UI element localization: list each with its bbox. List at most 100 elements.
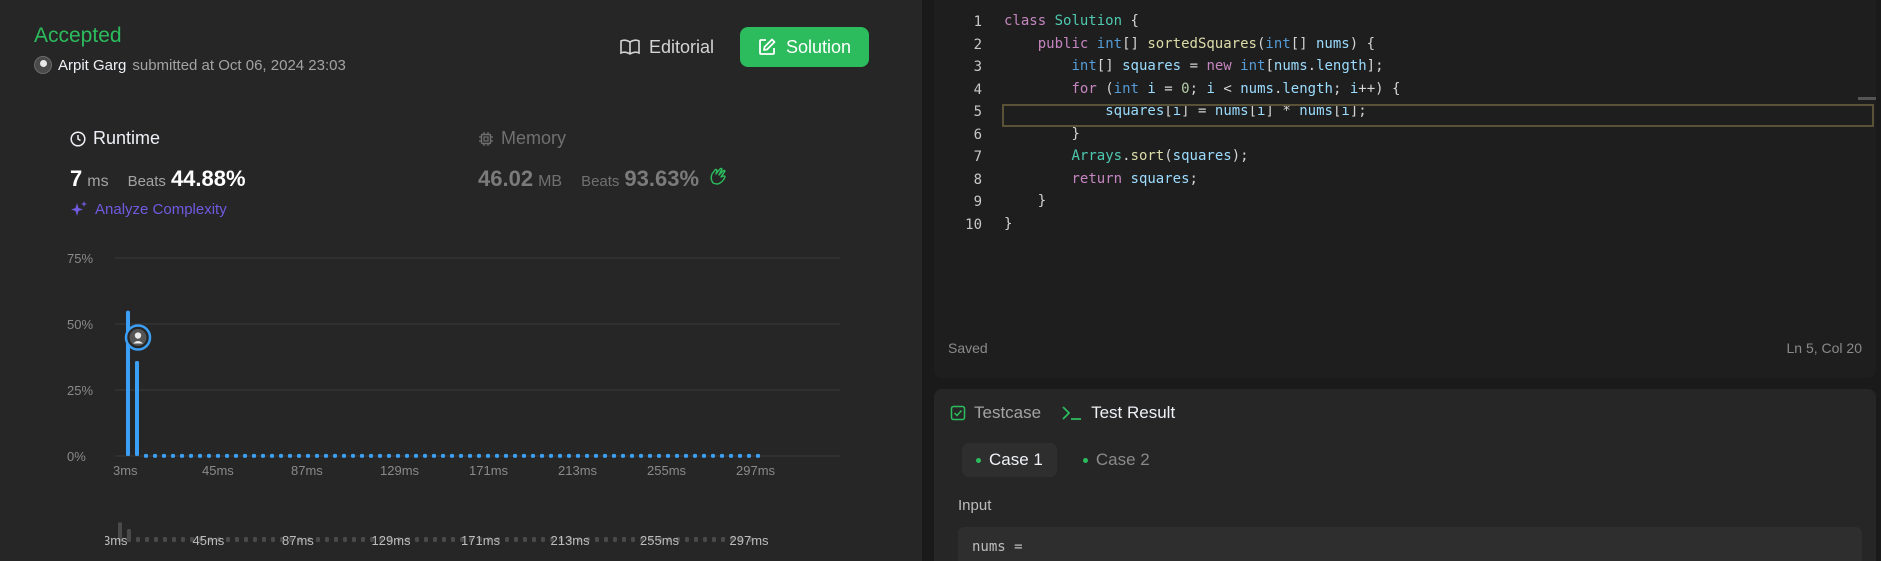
chart-bar[interactable] (513, 453, 517, 458)
memory-tab[interactable]: Memory (478, 128, 566, 149)
minimap-bar (622, 537, 626, 542)
code-editor[interactable]: 1 2 3 4 5 6 7 8 9 10 class Solution { public int[… (934, 0, 1876, 378)
chart-bar[interactable] (378, 453, 382, 458)
chart-bar[interactable] (171, 453, 175, 458)
chart-bar[interactable] (189, 453, 193, 458)
chart-bar[interactable] (234, 453, 238, 458)
chart-bar[interactable] (468, 453, 472, 458)
chart-bar[interactable] (180, 453, 184, 458)
scrollbar-marker[interactable] (1858, 97, 1876, 100)
chart-bar[interactable] (711, 453, 715, 458)
chart-bar[interactable] (207, 453, 211, 458)
chart-bar[interactable] (594, 453, 598, 458)
chart-bar[interactable] (477, 453, 481, 458)
chart-bar[interactable] (252, 453, 256, 458)
runtime-range-minimap[interactable]: 3ms 45ms 87ms 129ms 171ms 213ms 255ms 297ms (105, 508, 845, 561)
chart-bar[interactable] (522, 453, 526, 458)
chart-bar[interactable] (261, 453, 265, 458)
chart-bar[interactable] (396, 453, 400, 458)
chart-bar[interactable] (144, 453, 148, 458)
chart-bar[interactable] (729, 453, 733, 458)
chart-bar[interactable] (567, 453, 571, 458)
editorial-button[interactable]: Editorial (616, 28, 718, 66)
code-line[interactable]: } (1004, 213, 1012, 235)
chart-bar[interactable] (621, 453, 625, 458)
chart-bar[interactable] (603, 453, 607, 458)
memory-stats: 46.02 MB Beats 93.63% (478, 166, 728, 192)
chart-bar[interactable] (225, 453, 229, 458)
code-line[interactable]: for (int i = 0; i < nums.length; i++) { (1004, 78, 1401, 100)
chart-bar[interactable] (666, 453, 670, 458)
chart-bar[interactable] (432, 453, 436, 458)
chart-bar[interactable] (333, 453, 337, 458)
chart-bar[interactable] (630, 453, 634, 458)
code-area[interactable]: class Solution { public int[] sortedSqua… (1002, 0, 1876, 322)
tab-test-result[interactable]: Test Result (1061, 403, 1175, 423)
chart-bar[interactable] (243, 453, 247, 458)
chart-bar[interactable] (540, 453, 544, 458)
chart-bar[interactable] (423, 453, 427, 458)
code-line[interactable]: int[] squares = new int[nums.length]; (1004, 55, 1384, 77)
chart-bar[interactable] (351, 453, 355, 458)
code-line[interactable]: public int[] sortedSquares(int[] nums) { (1004, 33, 1375, 55)
memory-unit: MB (538, 173, 563, 190)
author-name[interactable]: Arpit Garg (58, 57, 126, 74)
chart-bar[interactable] (648, 453, 652, 458)
chart-bar[interactable] (657, 453, 661, 458)
chart-bar[interactable] (549, 453, 553, 458)
chart-bar[interactable] (342, 453, 346, 458)
chart-bar[interactable] (756, 453, 760, 458)
chart-bar[interactable] (459, 453, 463, 458)
code-line[interactable]: } (1004, 190, 1046, 212)
tab-testcase[interactable]: Testcase (950, 403, 1041, 423)
chart-bar[interactable] (612, 453, 616, 458)
avatar[interactable] (34, 56, 52, 74)
runtime-distribution-chart[interactable]: 75% 50% 25% 0% 3ms 45ms 87ms 129ms 171ms 213ms 255… (60, 245, 850, 485)
chart-bar[interactable] (324, 453, 328, 458)
chart-bar[interactable] (297, 453, 301, 458)
chart-bar[interactable] (576, 453, 580, 458)
chart-bar[interactable] (495, 453, 499, 458)
chart-bar[interactable] (414, 453, 418, 458)
chart-bar[interactable] (441, 453, 445, 458)
chart-bar[interactable] (315, 453, 319, 458)
runtime-tab[interactable]: Runtime (70, 128, 160, 149)
x-tick-label: 87ms (291, 463, 323, 478)
chart-bar[interactable] (747, 453, 751, 458)
code-line[interactable]: return squares; (1004, 168, 1198, 190)
chart-bar[interactable] (216, 453, 220, 458)
minimap-bar (685, 537, 689, 542)
chart-bar[interactable] (405, 453, 409, 458)
panel-divider[interactable] (922, 0, 934, 561)
chart-bar[interactable] (486, 453, 490, 458)
chart-bar[interactable] (198, 453, 202, 458)
chart-bar[interactable] (558, 453, 562, 458)
chart-bar[interactable] (270, 453, 274, 458)
chart-bar[interactable] (531, 453, 535, 458)
case-2-button[interactable]: Case 2 (1069, 443, 1164, 477)
chart-bar[interactable] (720, 453, 724, 458)
chart-bar[interactable] (738, 453, 742, 458)
chart-bar[interactable] (306, 453, 310, 458)
analyze-complexity-link[interactable]: Analyze Complexity (70, 200, 227, 218)
chart-bar[interactable] (504, 453, 508, 458)
chart-bar[interactable] (369, 453, 373, 458)
solution-button[interactable]: Solution (740, 27, 869, 67)
chart-bar[interactable] (135, 360, 139, 456)
chart-bar[interactable] (153, 453, 157, 458)
chart-bar[interactable] (162, 453, 166, 458)
chart-bar[interactable] (684, 453, 688, 458)
chart-bar[interactable] (279, 453, 283, 458)
chart-bar[interactable] (702, 453, 706, 458)
chart-bar[interactable] (675, 453, 679, 458)
chart-bar[interactable] (387, 453, 391, 458)
chart-bar[interactable] (693, 453, 697, 458)
code-line[interactable]: Arrays.sort(squares); (1004, 145, 1249, 167)
chart-bar[interactable] (450, 453, 454, 458)
chart-bar[interactable] (639, 453, 643, 458)
case-1-button[interactable]: Case 1 (962, 443, 1057, 477)
code-line[interactable]: class Solution { (1004, 10, 1139, 32)
chart-bar[interactable] (288, 453, 292, 458)
chart-bar[interactable] (585, 453, 589, 458)
chart-bar[interactable] (360, 453, 364, 458)
